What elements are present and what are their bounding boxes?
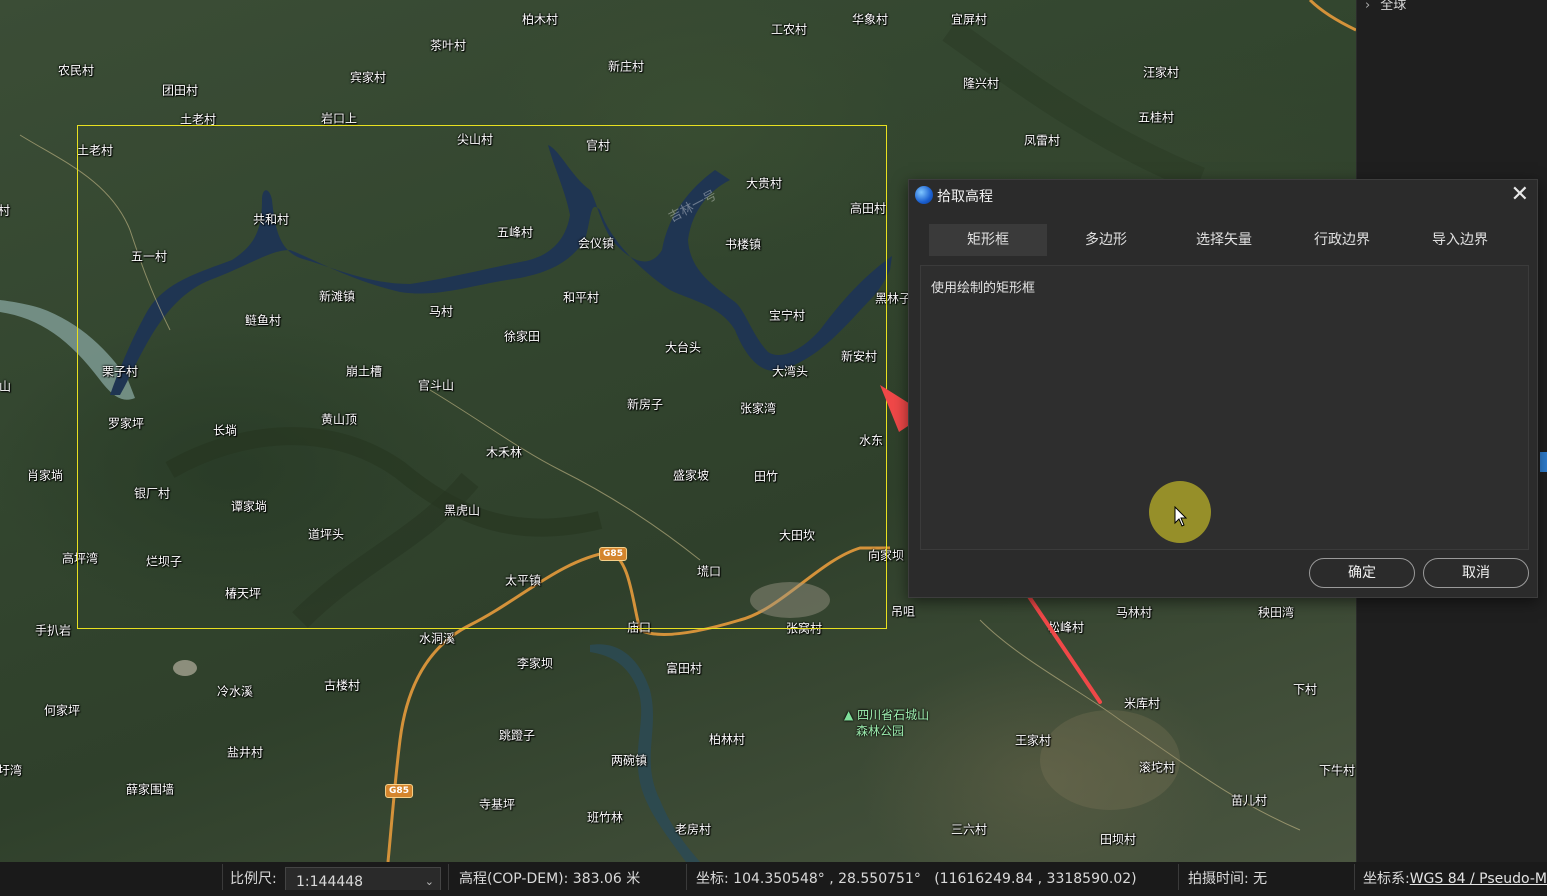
place-label: 田坝村 <box>1099 832 1137 847</box>
tree-item-globe[interactable]: › 全球 <box>1365 0 1406 13</box>
tab-content-panel: 使用绘制的矩形框 <box>920 265 1529 550</box>
place-label: 茶叶村 <box>429 38 467 53</box>
close-icon[interactable]: ✕ <box>1511 183 1529 207</box>
place-label: 五桂村 <box>1137 110 1175 125</box>
place-label: 手扒岩 <box>34 623 72 638</box>
place-label: 圩湾 <box>0 763 23 778</box>
place-label: 凤雷村 <box>1023 133 1061 148</box>
elevation-value: 383.06 米 <box>572 871 641 887</box>
place-label: 农民村 <box>57 63 95 78</box>
cancel-button[interactable]: 取消 <box>1423 558 1529 588</box>
place-label: 老房村 <box>674 822 712 837</box>
tab-rectangle[interactable]: 矩形框 <box>929 224 1047 256</box>
tab-select-vector[interactable]: 选择矢量 <box>1165 224 1283 256</box>
place-label: 两碗镇 <box>610 753 648 768</box>
place-label: 松峰村 <box>1047 620 1085 635</box>
highway-ne <box>1308 0 1356 32</box>
scale-select[interactable]: 1:144448 ⌄ <box>285 867 441 890</box>
place-label: 水洞溪 <box>418 631 456 646</box>
tab-import-boundary[interactable]: 导入边界 <box>1401 224 1519 256</box>
place-label: 李家坝 <box>516 656 554 671</box>
place-label: 富田村 <box>665 661 703 676</box>
tab-admin-boundary[interactable]: 行政边界 <box>1283 224 1401 256</box>
scrollbar-thumb[interactable] <box>1540 452 1547 472</box>
place-label: 米库村 <box>1123 696 1161 711</box>
crs-label: 坐标系: <box>1363 871 1410 887</box>
ridge <box>942 19 1205 193</box>
status-bar: 比例尺: 1:144448 ⌄ 高程(COP-DEM): 383.06 米 坐标… <box>0 862 1547 890</box>
place-label: 柏木村 <box>521 12 559 27</box>
coordinate-readout: 坐标: 104.350548° , 28.550751° (11616249.8… <box>696 862 1137 890</box>
place-label: 柏林村 <box>708 732 746 747</box>
place-label: 山 <box>0 379 12 394</box>
capture-time-value: 无 <box>1253 871 1268 887</box>
place-label: 班竹林 <box>586 810 624 825</box>
place-label: 古楼村 <box>323 678 361 693</box>
place-label: 跳蹬子 <box>498 728 536 743</box>
place-label: 秧田湾 <box>1257 605 1295 620</box>
place-label: 肖家埫 <box>26 468 64 483</box>
place-label: 下牛村 <box>1318 763 1356 778</box>
description-text: 使用绘制的矩形框 <box>931 281 1036 296</box>
selection-rectangle[interactable] <box>77 125 887 629</box>
place-label: 何家坪 <box>43 703 81 718</box>
place-label: 宾家村 <box>349 70 387 85</box>
place-label: 苗儿村 <box>1230 793 1268 808</box>
dialog-titlebar[interactable]: 拾取高程 ✕ <box>909 180 1537 210</box>
divider <box>448 864 449 890</box>
place-label: 新庄村 <box>607 59 645 74</box>
tab-bar: 矩形框 多边形 选择矢量 行政边界 导入边界 <box>929 224 1519 256</box>
park-label-line1: 四川省石城山 <box>857 708 930 722</box>
coord-value: 104.350548° , 28.550751° <box>733 871 921 887</box>
place-label: 下村 <box>1292 682 1318 697</box>
elevation-label: 高程(COP-DEM): <box>459 871 569 887</box>
place-label: 马林村 <box>1115 605 1153 620</box>
crs-link[interactable]: WGS 84 / Pseudo-M <box>1410 871 1547 887</box>
park-label: ▲ 四川省石城山 森林公园 <box>844 707 929 739</box>
tree-item-label: 全球 <box>1380 0 1407 13</box>
chevron-down-icon[interactable]: ⌄ <box>425 868 434 896</box>
place-label: 滚坨村 <box>1138 760 1176 775</box>
place-label: 吊咀 <box>890 604 916 619</box>
place-label: 村 <box>0 203 11 218</box>
place-label: 华象村 <box>851 12 889 27</box>
place-label: 隆兴村 <box>962 76 1000 91</box>
divider <box>686 864 687 890</box>
coord-projected: (11616249.84 , 3318590.02) <box>934 871 1137 887</box>
divider <box>1178 864 1179 890</box>
capture-time-label: 拍摄时间: <box>1188 871 1249 887</box>
elevation-readout: 高程(COP-DEM): 383.06 米 <box>459 862 640 890</box>
coord-label: 坐标: <box>696 871 729 887</box>
app-globe-icon <box>915 186 933 204</box>
place-label: 工农村 <box>770 22 808 37</box>
highway-badge: G85 <box>385 784 413 798</box>
place-label: 王家村 <box>1014 733 1052 748</box>
crs-readout: 坐标系:WGS 84 / Pseudo-M <box>1363 862 1547 890</box>
place-label: 薛家围墙 <box>125 782 175 797</box>
divider <box>1354 864 1355 890</box>
dialog-title: 拾取高程 <box>937 189 993 205</box>
place-label: 汪家村 <box>1142 65 1180 80</box>
park-label-line2: 森林公园 <box>856 724 905 738</box>
scale-label: 比例尺: <box>230 871 277 887</box>
tree-icon: ▲ <box>844 708 854 722</box>
place-label: 宜屏村 <box>950 12 988 27</box>
tab-polygon[interactable]: 多边形 <box>1047 224 1165 256</box>
place-label: 冷水溪 <box>216 684 254 699</box>
capture-time-readout: 拍摄时间: 无 <box>1188 862 1267 890</box>
ok-button[interactable]: 确定 <box>1309 558 1415 588</box>
place-label: 寺基坪 <box>478 797 516 812</box>
place-label: 三六村 <box>950 822 988 837</box>
scale-value: 1:144448 <box>296 874 364 890</box>
place-label: 岩口上 <box>320 111 358 126</box>
place-label: 团田村 <box>161 83 199 98</box>
town <box>173 660 197 676</box>
chevron-right-icon[interactable]: › <box>1365 0 1370 13</box>
place-label: 盐井村 <box>226 745 264 760</box>
pick-elevation-dialog: 拾取高程 ✕ 矩形框 多边形 选择矢量 行政边界 导入边界 使用绘制的矩形框 确… <box>908 179 1538 598</box>
divider <box>222 864 223 890</box>
mouse-cursor-icon <box>1174 506 1188 527</box>
